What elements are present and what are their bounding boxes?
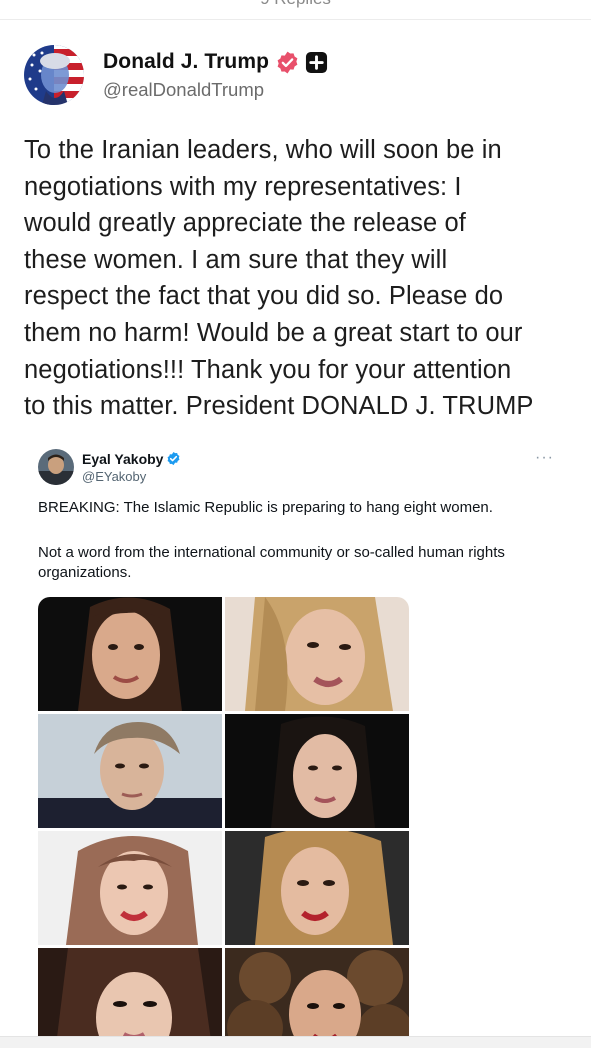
photo-woman-2[interactable] (225, 597, 409, 711)
embedded-post-text-2: Not a word from the international commun… (38, 544, 505, 581)
embedded-post-text-1: BREAKING: The Islamic Republic is prepar… (38, 499, 493, 516)
plus-square-icon (305, 51, 328, 73)
replies-count-label[interactable]: 9 Replies (0, 0, 591, 9)
author-info: Donald J. Trump @realDonaldTrump (103, 49, 328, 101)
photo-woman-6[interactable] (225, 831, 409, 945)
post-body-text: To the Iranian leaders, who will soon be… (24, 136, 534, 421)
author-display-name[interactable]: Donald J. Trump (103, 50, 269, 74)
author-avatar[interactable] (24, 45, 84, 105)
photo-woman-3[interactable] (38, 714, 222, 828)
post-header: Donald J. Trump @realDonaldTrump (24, 44, 328, 106)
embedded-author-info: Eyal Yakoby @EYakoby (82, 451, 181, 484)
bottom-bar (0, 1036, 591, 1048)
embedded-author-avatar[interactable] (38, 449, 74, 485)
photo-woman-8[interactable] (225, 948, 409, 1037)
photo-woman-7[interactable] (38, 948, 222, 1037)
verified-badge-icon (168, 451, 180, 466)
embedded-author-name[interactable]: Eyal Yakoby (82, 451, 163, 467)
replies-header: 9 Replies (0, 0, 591, 20)
author-name-row: Donald J. Trump (103, 49, 328, 75)
embedded-author-name-row: Eyal Yakoby (82, 451, 181, 467)
embedded-post-header: Eyal Yakoby @EYakoby ··· (38, 447, 554, 487)
verified-badge-icon (277, 51, 298, 73)
author-handle[interactable]: @realDonaldTrump (103, 79, 328, 101)
photo-woman-5[interactable] (38, 831, 222, 945)
photo-woman-4[interactable] (225, 714, 409, 828)
embedded-photo-grid[interactable] (38, 597, 409, 1037)
photo-woman-1[interactable] (38, 597, 222, 711)
embedded-author-handle[interactable]: @EYakoby (82, 469, 181, 484)
more-horizontal-icon[interactable]: ··· (535, 449, 554, 467)
